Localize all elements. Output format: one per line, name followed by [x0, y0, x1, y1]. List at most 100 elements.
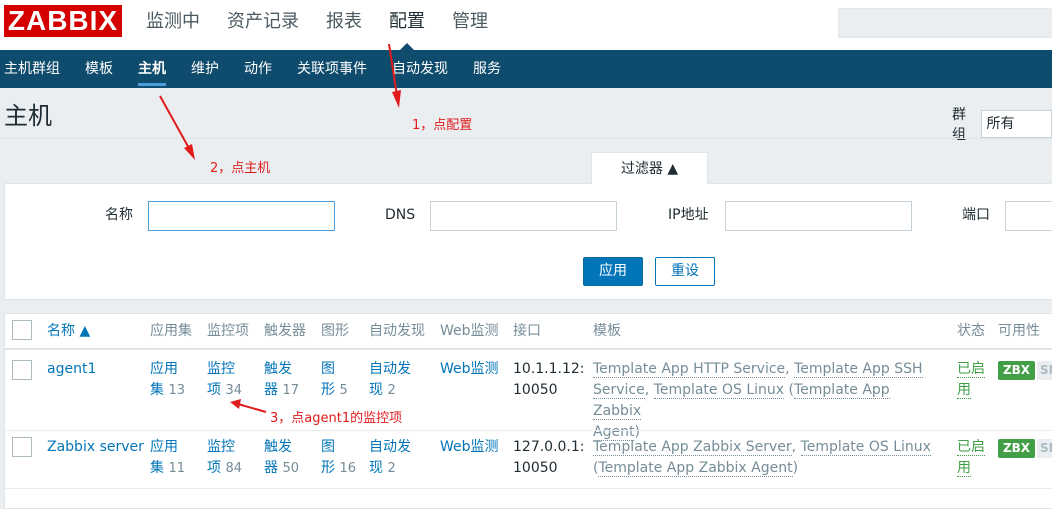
top-bar: ZABBIX 监测中 资产记录 报表 配置 管理: [0, 0, 1052, 50]
applications-label: 应用: [150, 361, 178, 377]
row-checkbox[interactable]: [12, 437, 32, 457]
submenu-host-groups[interactable]: 主机群组: [4, 50, 60, 88]
items-label-2: 项: [207, 382, 221, 398]
submenu-templates[interactable]: 模板: [85, 50, 113, 88]
template-link[interactable]: Template App HTTP Service: [593, 361, 786, 378]
table-header-divider: [5, 348, 1052, 350]
menu-monitoring[interactable]: 监测中: [146, 0, 200, 44]
apply-button[interactable]: 应用: [583, 257, 643, 286]
menu-configuration[interactable]: 配置: [389, 0, 425, 50]
graphs-link[interactable]: 图形 5: [321, 359, 348, 401]
filter-port-label: 端口: [962, 207, 990, 223]
host-name-link[interactable]: Zabbix server: [47, 437, 144, 458]
template-link[interactable]: Template App SSH: [794, 361, 923, 378]
discovery-link[interactable]: 自动发现 2: [369, 359, 411, 401]
submenu-actions[interactable]: 动作: [244, 50, 272, 88]
row-divider: [5, 488, 1052, 489]
zbx-availability-badge: ZBX: [998, 361, 1035, 380]
interface-port: 10050: [513, 382, 558, 398]
status-label-2: 用: [957, 460, 971, 477]
submenu-services[interactable]: 服务: [473, 50, 501, 88]
discovery-link[interactable]: 自动发现 2: [369, 437, 411, 479]
graphs-link[interactable]: 图形 16: [321, 437, 356, 479]
col-status: 状态: [957, 323, 985, 339]
status-label-2: 用: [957, 382, 971, 399]
graphs-label: 图: [321, 439, 335, 455]
filter-name-label: 名称: [105, 207, 133, 223]
triggers-label: 触发: [264, 439, 292, 455]
main-menu: 监测中 资产记录 报表 配置 管理: [146, 0, 515, 50]
filter-dns-input[interactable]: [430, 201, 617, 231]
menu-administration[interactable]: 管理: [452, 0, 488, 44]
template-link[interactable]: Template OS Linux: [653, 382, 785, 399]
arrowhead-icon: [392, 90, 401, 108]
zabbix-logo[interactable]: ZABBIX: [4, 5, 122, 37]
filter-dns-label: DNS: [385, 207, 416, 223]
items-count: 34: [225, 383, 242, 398]
triggers-label: 触发: [264, 361, 292, 377]
graphs-count: 5: [339, 383, 348, 398]
status-label: 已启: [957, 439, 985, 456]
arrow-to-hosts: [159, 95, 191, 151]
col-name[interactable]: 名称 ▲: [47, 320, 90, 342]
menu-configuration-label: 配置: [389, 11, 425, 32]
triggers-link[interactable]: 触发器 50: [264, 437, 299, 479]
items-link[interactable]: 监控项 34: [207, 359, 242, 401]
applications-link[interactable]: 应用集 11: [150, 437, 185, 479]
interface-address: 10.1.1.12:: [513, 361, 585, 377]
status-toggle[interactable]: 已启用: [957, 359, 985, 401]
triggers-label-2: 器: [264, 460, 278, 476]
discovery-count: 2: [387, 383, 396, 398]
col-availability: 可用性: [998, 323, 1040, 339]
interface-cell: 127.0.0.1: 10050: [513, 437, 585, 479]
filter-name-input[interactable]: [148, 201, 335, 231]
filter-tab[interactable]: 过滤器 ▲: [591, 152, 708, 184]
applications-label-2: 集: [150, 460, 164, 476]
global-search-input[interactable]: [838, 8, 1052, 38]
submenu-hosts[interactable]: 主机: [138, 50, 166, 88]
applications-link[interactable]: 应用集 13: [150, 359, 185, 401]
graphs-label: 图: [321, 361, 335, 377]
submenu-discovery[interactable]: 自动发现: [392, 50, 448, 88]
zbx-availability-badge: ZBX: [998, 439, 1035, 458]
arrowhead-icon: [184, 144, 195, 160]
filter-port-input[interactable]: [1005, 201, 1052, 231]
filter-ip-label: IP地址: [668, 207, 709, 223]
items-link[interactable]: 监控项 84: [207, 437, 242, 479]
discovery-count: 2: [387, 461, 396, 476]
web-link[interactable]: Web监测: [440, 359, 499, 380]
annotation-step-2: 2，点主机: [210, 161, 271, 176]
status-toggle[interactable]: 已启用: [957, 437, 985, 479]
discovery-label-2: 现: [369, 460, 383, 476]
col-applications: 应用集: [150, 323, 192, 339]
template-link[interactable]: Template App Zabbix Server: [593, 439, 792, 456]
graphs-count: 16: [339, 461, 356, 476]
triggers-link[interactable]: 触发器 17: [264, 359, 299, 401]
group-select[interactable]: 所有: [980, 110, 1052, 138]
parent-template-link[interactable]: Template App Zabbix Agent: [598, 460, 793, 477]
row-checkbox[interactable]: [12, 360, 32, 380]
host-name-link[interactable]: agent1: [47, 359, 96, 380]
items-label: 监控: [207, 439, 235, 455]
filter-ip-input[interactable]: [725, 201, 912, 231]
items-label-2: 项: [207, 460, 221, 476]
col-graphs: 图形: [321, 323, 349, 339]
submenu-correlation[interactable]: 关联项事件: [297, 50, 367, 88]
triggers-count: 50: [282, 461, 299, 476]
col-interface: 接口: [513, 323, 541, 339]
submenu-maintenance[interactable]: 维护: [191, 50, 219, 88]
reset-button[interactable]: 重设: [655, 257, 715, 286]
template-link[interactable]: Template OS Linux: [800, 439, 931, 456]
col-web: Web监测: [440, 323, 499, 339]
sub-menu: 主机群组 模板 主机 维护 动作 关联项事件 自动发现 服务: [0, 50, 1052, 88]
select-all-checkbox[interactable]: [12, 320, 32, 340]
web-link[interactable]: Web监测: [440, 437, 499, 458]
applications-label-2: 集: [150, 382, 164, 398]
col-triggers: 触发器: [264, 323, 306, 339]
page-title: 主机: [4, 102, 52, 130]
menu-reports[interactable]: 报表: [326, 0, 362, 44]
status-label: 已启: [957, 361, 985, 378]
menu-inventory[interactable]: 资产记录: [227, 0, 299, 44]
graphs-label-2: 形: [321, 382, 335, 398]
template-link-cont[interactable]: Service: [593, 382, 645, 399]
